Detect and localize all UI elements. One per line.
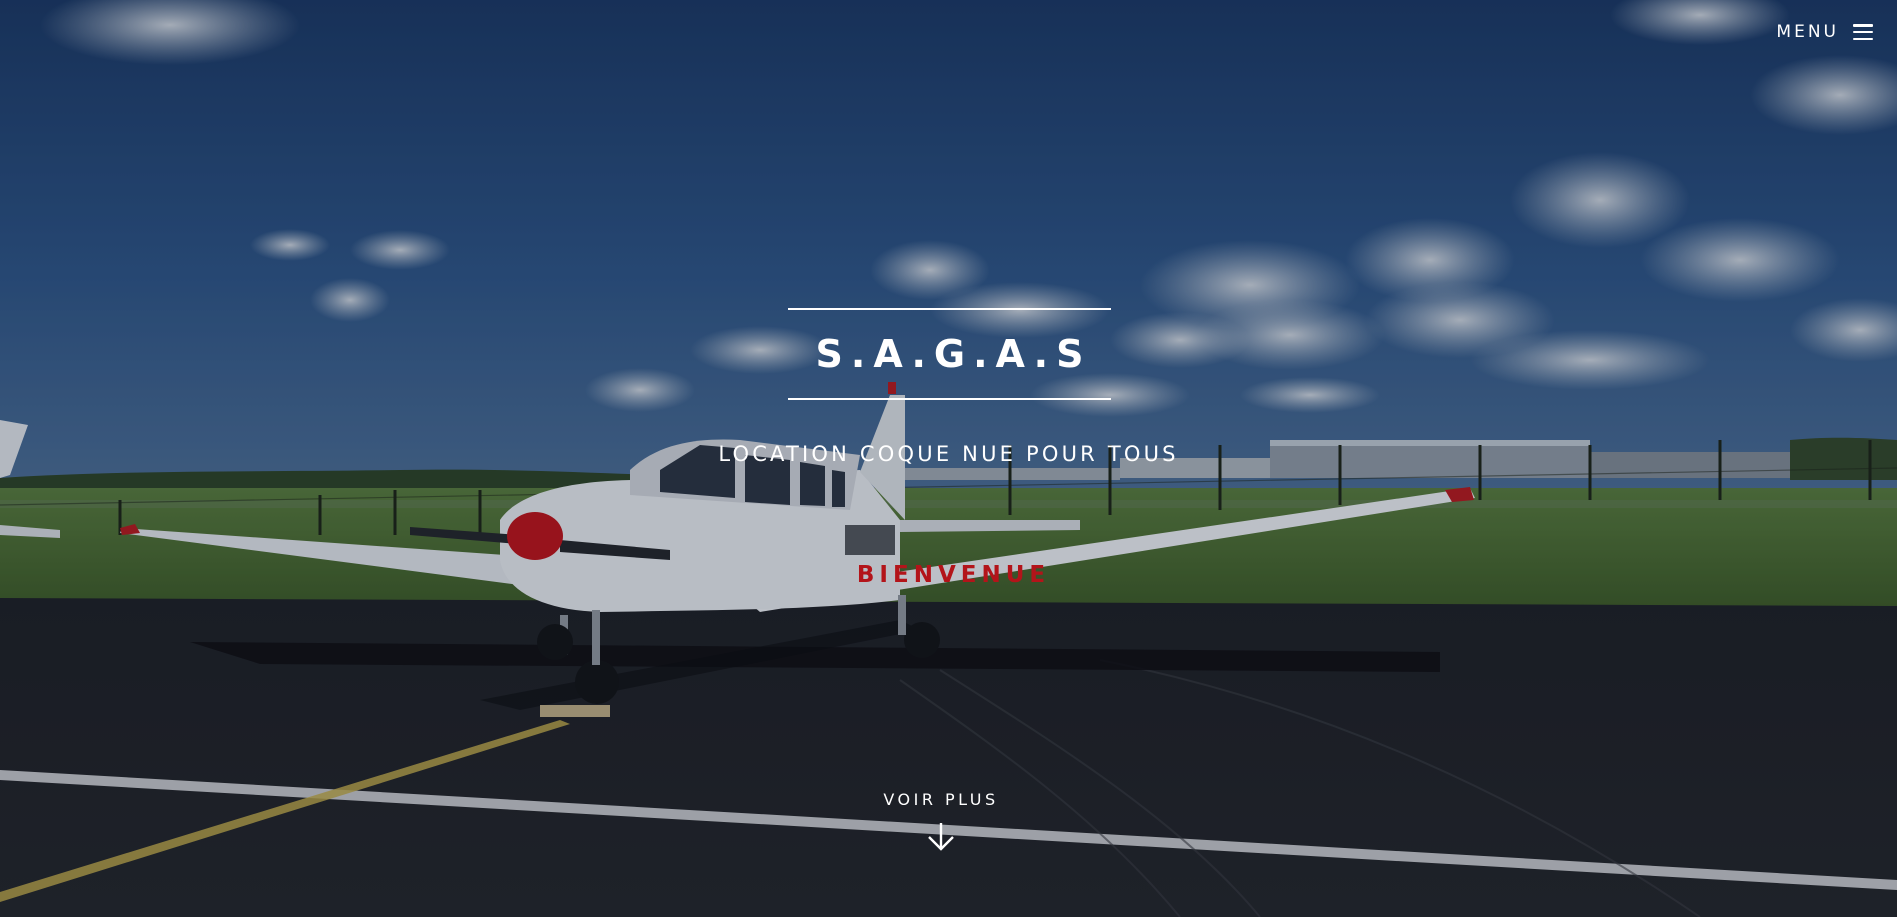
arrow-down-icon — [928, 823, 954, 851]
menu-button[interactable]: MENU — [1776, 22, 1873, 42]
hero-section: MENU S.A.G.A.S LOCATION COQUE NUE POUR T… — [0, 0, 1897, 917]
hamburger-icon — [1853, 24, 1873, 40]
title-frame: S.A.G.A.S — [788, 308, 1111, 400]
welcome-heading: BIENVENUE — [856, 562, 1051, 588]
hero-tagline: LOCATION COQUE NUE POUR TOUS — [718, 442, 1179, 466]
menu-label: MENU — [1776, 22, 1839, 42]
site-title: S.A.G.A.S — [815, 332, 1092, 376]
voir-plus-link[interactable]: VOIR PLUS — [0, 790, 1882, 853]
voir-plus-label: VOIR PLUS — [883, 790, 999, 809]
